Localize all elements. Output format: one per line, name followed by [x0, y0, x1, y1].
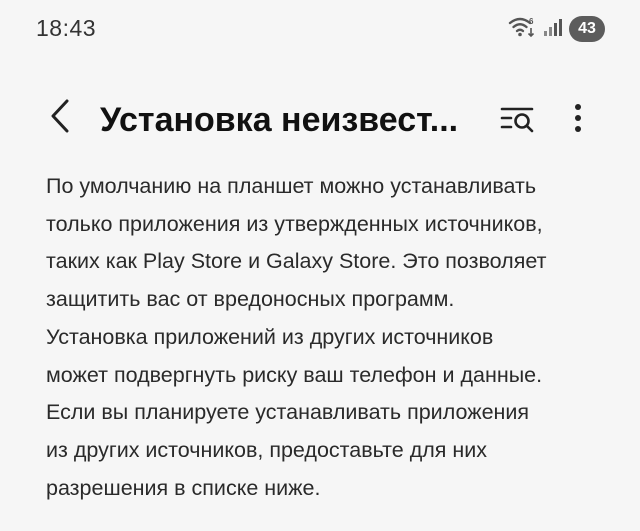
description-line: из других источников, предоставьте для н…	[46, 437, 488, 462]
page-title: Установка неизвест...	[100, 101, 459, 139]
screen: 18:43 6 43 Установка неизвест... По умол…	[0, 0, 640, 531]
description-line: Если вы планируете устанавливать приложе…	[46, 400, 530, 425]
status-time: 18:43	[36, 15, 97, 41]
app-bar: Установка неизвест...	[0, 88, 640, 152]
description-line: Установка приложений из других источнико…	[46, 324, 494, 349]
description-line: защитить вас от вредоносных программ.	[46, 287, 455, 312]
more-options-button[interactable]	[558, 98, 598, 142]
status-bar: 18:43 6 43	[0, 0, 640, 60]
svg-text:6: 6	[529, 17, 534, 26]
description-line: разрешения в списке ниже.	[46, 475, 321, 500]
status-icons: 6 43	[507, 15, 605, 43]
description-text: По умолчанию на планшет можно устанавлив…	[46, 168, 606, 507]
search-settings-button[interactable]	[496, 98, 540, 142]
wifi-icon: 6	[507, 14, 537, 45]
description-line: По умолчанию на планшет можно устанавлив…	[46, 174, 537, 198]
signal-icon	[543, 16, 563, 43]
description-line: может подвергнуть риску ваш телефон и да…	[46, 362, 543, 387]
back-button[interactable]	[38, 96, 82, 140]
more-vertical-icon	[574, 103, 582, 138]
description-line: только приложения из утвержденных источн…	[46, 211, 543, 236]
description-line: таких как Play Store и Galaxy Store. Это…	[46, 249, 547, 274]
battery-icon: 43	[569, 16, 605, 42]
chevron-left-icon	[49, 98, 71, 139]
search-list-icon	[498, 102, 538, 139]
